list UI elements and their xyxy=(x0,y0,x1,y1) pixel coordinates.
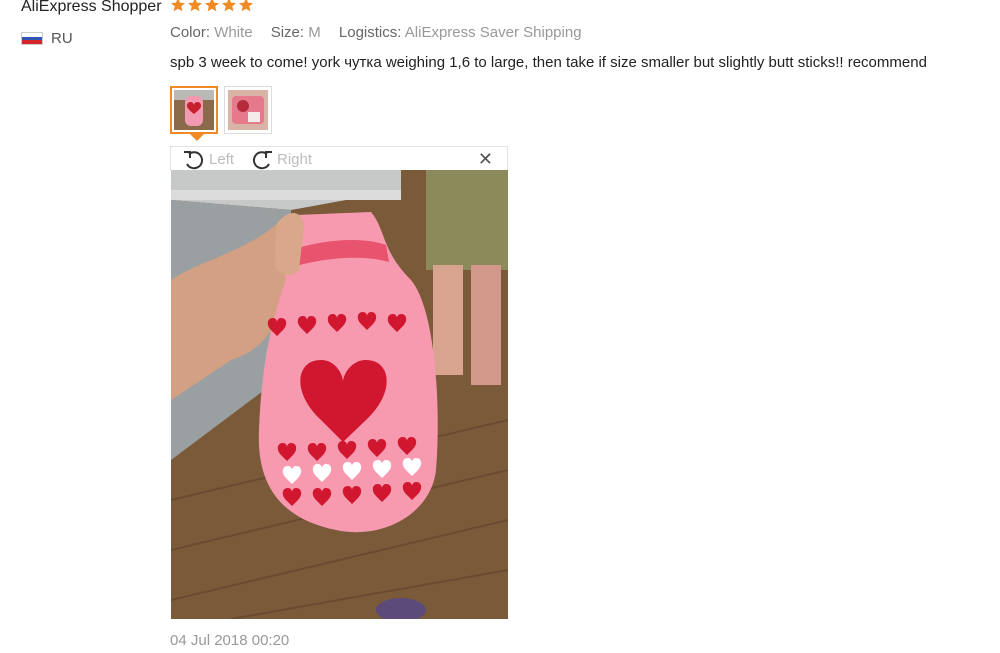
review-item: AliExpress Shopper RU Color: White Size:… xyxy=(0,0,1000,653)
rotate-left-label: Left xyxy=(209,150,235,168)
photo-thumbnail-1[interactable] xyxy=(170,86,218,134)
order-attributes: Color: White Size: M Logistics: AliExpre… xyxy=(170,24,596,41)
image-viewer-toolbar: Left Right ✕ xyxy=(170,146,508,170)
rotate-right-button[interactable]: Right xyxy=(249,147,312,171)
thumbnail-pointer xyxy=(190,134,204,141)
review-photo-large xyxy=(171,170,508,619)
review-photo-image xyxy=(171,170,508,619)
thumbnail-image xyxy=(174,90,214,130)
close-icon[interactable]: ✕ xyxy=(478,149,493,169)
photo-thumbnails xyxy=(170,86,272,134)
rotate-left-button[interactable]: Left xyxy=(181,147,234,171)
country-code: RU xyxy=(51,30,73,47)
rating-stars xyxy=(170,0,254,13)
star-icon xyxy=(188,0,202,12)
rotate-right-icon xyxy=(252,151,272,170)
russia-flag-icon xyxy=(21,32,43,45)
star-icon xyxy=(205,0,219,12)
star-icon xyxy=(239,0,253,12)
star-icon xyxy=(171,0,185,12)
review-text: spb 3 week to come! york чутка weighing … xyxy=(170,54,927,71)
reviewer-name: AliExpress Shopper xyxy=(21,0,162,15)
photo-thumbnail-2[interactable] xyxy=(224,86,272,134)
thumbnail-image xyxy=(228,90,268,130)
review-date: 04 Jul 2018 00:20 xyxy=(170,632,290,649)
reviewer-country: RU xyxy=(21,30,73,47)
rotate-left-icon xyxy=(184,151,204,170)
rotate-right-label: Right xyxy=(277,150,313,168)
attribute-color: Color: White xyxy=(170,24,253,41)
star-icon xyxy=(222,0,236,12)
attribute-size: Size: M xyxy=(270,24,321,41)
attribute-logistics: Logistics: AliExpress Saver Shipping xyxy=(338,24,582,41)
